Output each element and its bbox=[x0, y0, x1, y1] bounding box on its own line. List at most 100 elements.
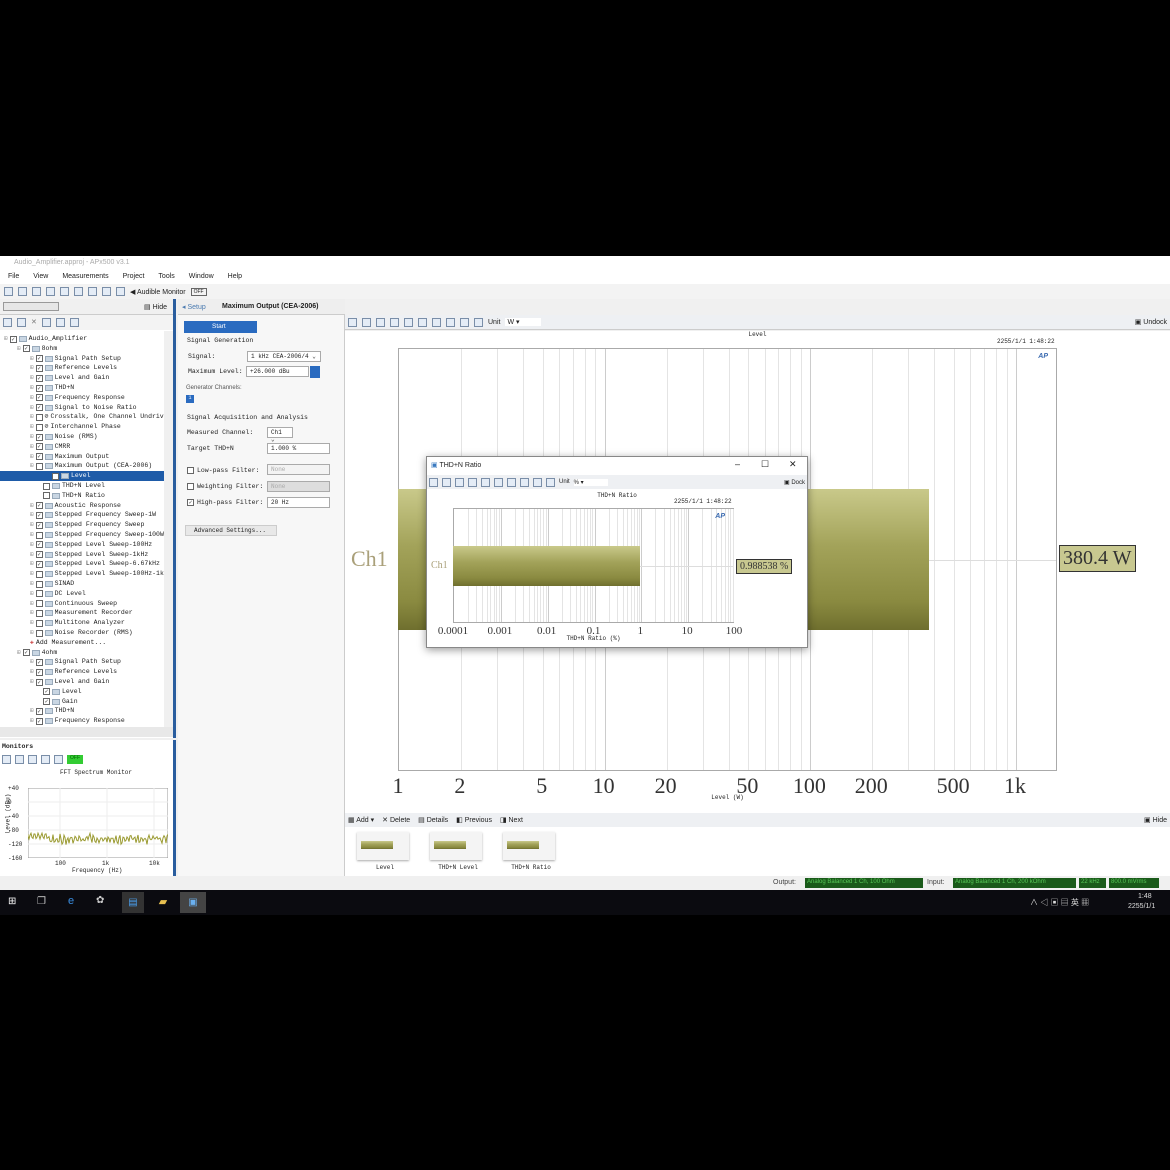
data-icon[interactable] bbox=[88, 287, 97, 296]
scope-icon[interactable] bbox=[2, 755, 11, 764]
expand-icon[interactable]: ⊞ bbox=[30, 559, 34, 569]
tree-checkbox[interactable]: ✓ bbox=[36, 375, 43, 382]
maximize-button[interactable]: ☐ bbox=[761, 459, 769, 470]
tree-checkbox[interactable]: ✓ bbox=[36, 679, 43, 686]
copy-icon[interactable] bbox=[362, 318, 371, 327]
start-icon[interactable]: ⊞ bbox=[8, 896, 16, 907]
delete-icon[interactable]: ✕ bbox=[31, 318, 37, 327]
print-icon[interactable] bbox=[455, 478, 464, 487]
previous-button[interactable]: ◧ Previous bbox=[456, 816, 492, 824]
tree-checkbox[interactable]: ✓ bbox=[36, 541, 43, 548]
result-thumbnail[interactable]: THD+N Ratio bbox=[501, 831, 557, 873]
input-config[interactable]: Analog Balanced 1 Ch, 200 kOhm bbox=[953, 878, 1076, 888]
apx500-taskbar-icon[interactable]: ▣ bbox=[180, 892, 206, 913]
menu-tools[interactable]: Tools bbox=[158, 273, 174, 281]
tree-item[interactable]: ⊞ ✓ Stepped Frequency Sweep bbox=[30, 520, 144, 530]
tree-checkbox[interactable]: ✓ bbox=[36, 404, 43, 411]
minimize-button[interactable]: – bbox=[735, 459, 740, 469]
menu-window[interactable]: Window bbox=[189, 273, 214, 281]
expand-icon[interactable]: ⊞ bbox=[17, 344, 21, 354]
tree-item[interactable]: THD+N Ratio bbox=[43, 491, 105, 501]
tree-item[interactable]: ⊞ ✓ Stepped Frequency Sweep-1W bbox=[30, 510, 156, 520]
result-thumbnail[interactable]: THD+N Level bbox=[428, 831, 484, 873]
generator-icon[interactable] bbox=[60, 287, 69, 296]
properties-icon[interactable] bbox=[70, 318, 79, 327]
save-icon[interactable] bbox=[429, 478, 438, 487]
tree-checkbox[interactable]: ✓ bbox=[36, 502, 43, 509]
tree-vertical-scrollbar[interactable] bbox=[164, 331, 173, 727]
monitor-off-button[interactable]: OFF bbox=[67, 755, 83, 764]
save-icon[interactable] bbox=[348, 318, 357, 327]
low-pass-select[interactable]: None bbox=[267, 464, 330, 475]
expand-icon[interactable]: ⊞ bbox=[30, 579, 34, 589]
expand-icon[interactable]: ⊞ bbox=[30, 618, 34, 628]
open-icon[interactable] bbox=[18, 287, 27, 296]
tree-item[interactable]: ⊞ Noise Recorder (RMS) bbox=[30, 628, 133, 638]
expand-icon[interactable]: ⊞ bbox=[30, 373, 34, 383]
expand-icon[interactable]: ⊞ bbox=[30, 530, 34, 540]
expand-icon[interactable]: ⊞ bbox=[30, 589, 34, 599]
expand-icon[interactable]: ⊞ bbox=[4, 334, 8, 344]
expand-icon[interactable]: ⊞ bbox=[30, 501, 34, 511]
expand-icon[interactable]: ⊞ bbox=[17, 648, 21, 658]
high-pass-field[interactable]: 20 Hz bbox=[267, 497, 330, 508]
menu-file[interactable]: File bbox=[8, 273, 19, 281]
weighting-select[interactable]: None bbox=[267, 481, 330, 492]
zoom-icon[interactable] bbox=[390, 318, 399, 327]
export-icon[interactable] bbox=[418, 318, 427, 327]
delete-result-button[interactable]: ✕ Delete bbox=[382, 816, 410, 824]
properties-icon[interactable] bbox=[546, 478, 555, 487]
cursor-icon[interactable] bbox=[533, 478, 542, 487]
tree-checkbox[interactable]: ✓ bbox=[36, 561, 43, 568]
app-icon[interactable]: ✿ bbox=[96, 895, 104, 906]
tree-item[interactable]: ⊞ ✓ CMRR bbox=[30, 442, 70, 452]
tree-item[interactable]: ⊞ ✓ Frequency Response bbox=[30, 393, 125, 403]
add-group-icon[interactable] bbox=[17, 318, 26, 327]
paste-icon[interactable] bbox=[56, 318, 65, 327]
undock-button[interactable]: ▣ Undock bbox=[1135, 318, 1167, 326]
tree-item[interactable]: ⊞ ✓ Level and Gain bbox=[30, 373, 109, 383]
tree-checkbox[interactable] bbox=[36, 463, 43, 470]
close-button[interactable]: ✕ bbox=[789, 459, 797, 470]
expand-icon[interactable]: ⊞ bbox=[30, 442, 34, 452]
monitor-icon[interactable] bbox=[54, 755, 63, 764]
measured-channel-select[interactable]: Ch1 ⌄ bbox=[267, 427, 293, 438]
fit-icon[interactable] bbox=[481, 478, 490, 487]
save-icon[interactable] bbox=[32, 287, 41, 296]
print-icon[interactable] bbox=[376, 318, 385, 327]
meter-icon[interactable] bbox=[28, 755, 37, 764]
weighting-checkbox[interactable] bbox=[187, 483, 194, 490]
calculator-icon[interactable]: ▤ bbox=[122, 892, 144, 913]
dock-button[interactable]: ▣ Dock bbox=[784, 479, 805, 486]
list-icon[interactable] bbox=[102, 287, 111, 296]
start-button[interactable]: Start bbox=[184, 321, 257, 333]
add-result-button[interactable]: ▦ Add ▾ bbox=[348, 816, 374, 824]
expand-icon[interactable]: ⊞ bbox=[30, 628, 34, 638]
menu-help[interactable]: Help bbox=[228, 273, 242, 281]
tree-item[interactable]: ⊞ ✓ Level and Gain bbox=[30, 677, 109, 687]
tree-item[interactable]: ⊞ ✓ Signal Path Setup bbox=[30, 657, 121, 667]
expand-icon[interactable]: ⊞ bbox=[30, 599, 34, 609]
high-pass-checkbox[interactable]: ✓ bbox=[187, 499, 194, 506]
tree-item[interactable]: ✓ Gain bbox=[43, 697, 78, 707]
tree-horizontal-scrollbar[interactable] bbox=[0, 727, 173, 737]
next-button[interactable]: ◨ Next bbox=[500, 816, 523, 824]
tree-item[interactable]: ⊞ ✓ 4ohm bbox=[17, 648, 57, 658]
level-indicator[interactable]: 800.0 mVrms bbox=[1109, 878, 1159, 888]
tree-item[interactable]: ⊞ ✓ Acoustic Response bbox=[30, 501, 121, 511]
clock-date[interactable]: 2255/1/1 bbox=[1128, 903, 1155, 910]
expand-icon[interactable]: ⊞ bbox=[30, 550, 34, 560]
play-slider[interactable] bbox=[3, 302, 59, 311]
tree-item[interactable]: ⊞ Measurement Recorder bbox=[30, 608, 133, 618]
tree-checkbox[interactable] bbox=[43, 492, 50, 499]
tree-checkbox[interactable]: ✓ bbox=[10, 336, 17, 343]
tree-checkbox[interactable] bbox=[36, 620, 43, 627]
audible-monitor-button[interactable]: ◀ Audible Monitor bbox=[130, 288, 186, 296]
view-icon[interactable] bbox=[520, 478, 529, 487]
expand-icon[interactable]: ⊞ bbox=[30, 461, 34, 471]
tree-item[interactable]: ⊞ ✓ Reference Levels bbox=[30, 667, 117, 677]
expand-icon[interactable]: ⊞ bbox=[30, 432, 34, 442]
expand-icon[interactable]: ⊞ bbox=[30, 403, 34, 413]
tree-item[interactable]: ⊞ ✓ Signal Path Setup bbox=[30, 354, 121, 364]
tree-checkbox[interactable]: ✓ bbox=[36, 453, 43, 460]
